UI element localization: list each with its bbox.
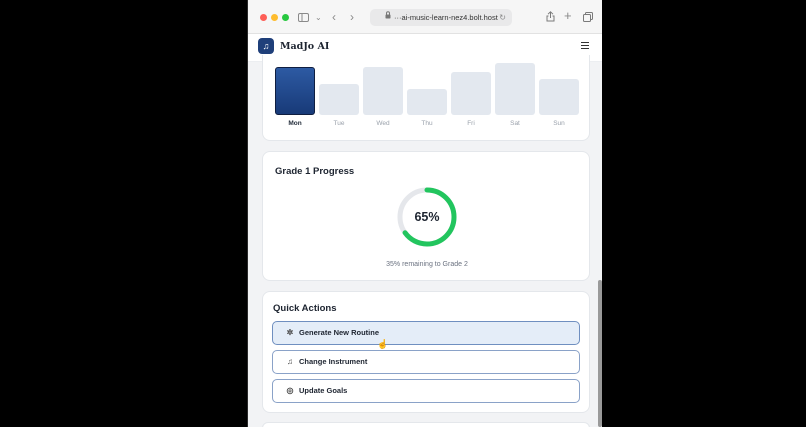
grade-progress-card: Grade 1 Progress 65% 35% remaining to Gr… xyxy=(262,151,590,281)
target-icon: ◎ xyxy=(286,386,294,395)
next-card-edge xyxy=(262,422,590,427)
url-text: ···ai-music-learn-nez4.bolt.host xyxy=(394,13,498,22)
lock-icon xyxy=(385,9,391,26)
address-bar[interactable]: ···ai-music-learn-nez4.bolt.host ↻ xyxy=(370,9,512,26)
app-logo[interactable]: ♫ xyxy=(258,38,274,54)
browser-window: ⌄ ‹ › ···ai-music-learn-nez4.bolt.host ↻… xyxy=(247,0,602,427)
day-bar-tue[interactable] xyxy=(319,84,359,115)
quick-actions-title: Quick Actions xyxy=(273,303,337,314)
day-bar-sun[interactable] xyxy=(539,79,579,115)
sidebar-toggle-icon[interactable] xyxy=(298,12,309,24)
share-icon[interactable] xyxy=(546,11,555,24)
day-bar-thu[interactable] xyxy=(407,89,447,115)
change-instrument-label: Change Instrument xyxy=(299,357,368,366)
day-label-fri: Fri xyxy=(467,120,475,127)
day-label-thu: Thu xyxy=(421,120,433,127)
tab-overview-icon[interactable] xyxy=(583,12,593,24)
weekly-practice-chart: Mon Tue Wed Thu Fri Sat Sun xyxy=(262,55,590,141)
minimize-window-button[interactable] xyxy=(271,14,278,21)
progress-remaining-text: 35% remaining to Grade 2 xyxy=(386,261,468,268)
update-goals-button[interactable]: ◎ Update Goals xyxy=(272,379,580,403)
day-label-sat: Sat xyxy=(510,120,520,127)
day-label-wed: Wed xyxy=(376,120,390,127)
zoom-window-button[interactable] xyxy=(282,14,289,21)
app-name: MadJo AI xyxy=(280,41,330,52)
progress-percent: 65% xyxy=(414,210,440,224)
sparkles-icon: ✲ xyxy=(286,328,294,337)
close-window-button[interactable] xyxy=(260,14,267,21)
day-label-tue: Tue xyxy=(333,120,345,127)
page-scrollbar[interactable] xyxy=(598,280,602,427)
generate-routine-label: Generate New Routine xyxy=(299,328,380,337)
reload-icon[interactable]: ↻ xyxy=(499,9,506,26)
day-bar-fri[interactable] xyxy=(451,72,491,115)
music-note-icon: ♫ xyxy=(262,41,270,51)
forward-icon[interactable]: › xyxy=(350,11,354,23)
music-note-icon: ♫ xyxy=(287,357,293,366)
generate-routine-button[interactable]: ✲ Generate New Routine ☝ xyxy=(272,321,580,349)
update-goals-label: Update Goals xyxy=(299,386,348,395)
chevron-down-icon[interactable]: ⌄ xyxy=(315,12,322,24)
day-label-sun: Sun xyxy=(553,120,565,127)
browser-titlebar: ⌄ ‹ › ···ai-music-learn-nez4.bolt.host ↻… xyxy=(248,0,602,34)
day-label-mon: Mon xyxy=(288,120,302,127)
menu-icon[interactable] xyxy=(581,42,589,49)
quick-actions-card: Quick Actions ✲ Generate New Routine ☝ ♫… xyxy=(262,291,590,413)
day-bar-sat[interactable] xyxy=(495,63,535,115)
day-bar-wed[interactable] xyxy=(363,67,403,115)
back-icon[interactable]: ‹ xyxy=(332,11,336,23)
new-tab-icon[interactable]: + xyxy=(564,9,572,22)
change-instrument-button[interactable]: ♫ Change Instrument xyxy=(272,350,580,374)
progress-title: Grade 1 Progress xyxy=(275,166,355,177)
day-bar-mon[interactable] xyxy=(275,67,315,115)
